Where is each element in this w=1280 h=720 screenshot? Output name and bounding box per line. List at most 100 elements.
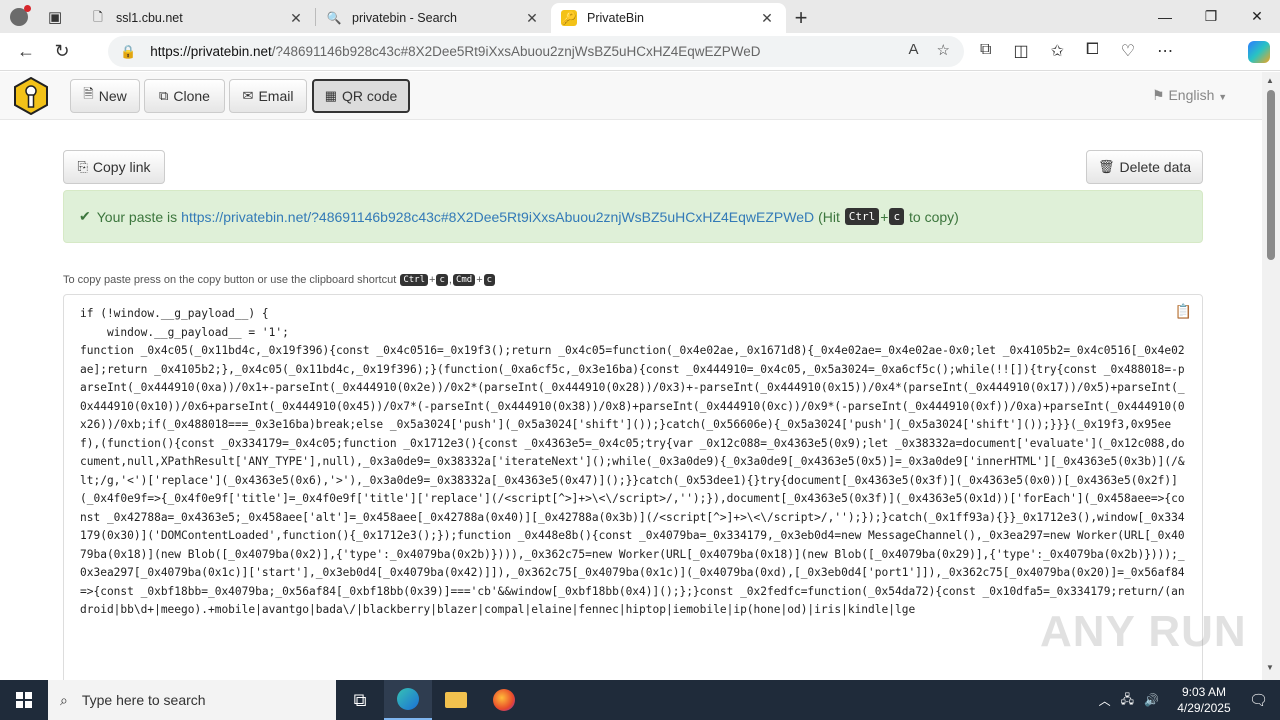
checkmark-icon: ✔ xyxy=(79,208,91,224)
file-icon: 🗎 xyxy=(83,86,94,101)
tab-strip-left: ▣ xyxy=(0,0,80,33)
taskbar-search[interactable]: ⌕ Type here to search xyxy=(48,680,336,720)
duplicate-icon: ⧉ xyxy=(159,88,169,103)
profile-avatar[interactable] xyxy=(10,4,31,26)
paste-text: if (!window.__g_payload__) { window.__g_… xyxy=(80,307,1185,616)
new-tab-button[interactable]: + xyxy=(786,3,816,33)
clock-time: 9:03 AM xyxy=(1181,685,1226,699)
privatebin-navbar: 🗎 New ⧉ Clone ✉ Email ▦ QR code ⚑ English ▼ xyxy=(0,72,1262,120)
copy-icon: ⎘ xyxy=(77,159,88,174)
favorites-icon[interactable]: ✩ xyxy=(1051,41,1064,61)
paste-url-link[interactable]: https://privatebin.net/?48691146b928c43c… xyxy=(181,209,814,225)
refresh-icon[interactable]: ↻ xyxy=(44,36,80,68)
notifications-icon[interactable]: 🗨 xyxy=(1249,691,1268,709)
caret-down-icon: ▼ xyxy=(1218,92,1228,102)
favorite-star-icon[interactable]: ☆ xyxy=(937,41,950,59)
language-label: English xyxy=(1168,87,1215,103)
alert-hit: (Hit xyxy=(818,208,840,225)
hint-c-key: c xyxy=(436,274,448,286)
scroll-up-icon[interactable]: ▲ xyxy=(1266,76,1274,85)
start-button[interactable] xyxy=(0,680,48,720)
split-screen-icon[interactable]: ◫ xyxy=(1013,41,1028,61)
tab-ssl1[interactable]: 🗋 ssl1.cbu.net ✕ xyxy=(80,3,315,33)
hint-text: To copy paste press on the copy button o… xyxy=(63,274,397,286)
minimize-icon[interactable]: — xyxy=(1142,0,1188,33)
network-icon[interactable]: 🖧 xyxy=(1121,690,1134,711)
email-button[interactable]: ✉ Email xyxy=(229,79,307,113)
url-host: https://privatebin.net xyxy=(150,44,272,59)
page-scrollbar[interactable]: ▲ ▼ xyxy=(1262,72,1280,680)
browser-tab-strip: ▣ 🗋 ssl1.cbu.net ✕ 🔍 privatebin - Search… xyxy=(0,0,1280,33)
delete-data-label: Delete data xyxy=(1119,159,1192,175)
page-icon: 🗋 xyxy=(93,9,103,24)
paste-content[interactable]: 📋 if (!window.__g_payload__) { window.__… xyxy=(63,294,1203,680)
envelope-icon: ✉ xyxy=(242,88,254,103)
hint-ctrl-key: Ctrl xyxy=(400,274,429,286)
close-icon[interactable]: ✕ xyxy=(758,10,776,27)
address-bar-row: ← ↻ 🔒 https://privatebin.net/?48691146b9… xyxy=(0,33,1280,71)
search-icon: ⌕ xyxy=(60,691,68,708)
tab-title: privatebin - Search xyxy=(352,11,457,25)
close-icon[interactable]: ✕ xyxy=(287,10,305,27)
qr-label: QR code xyxy=(342,88,398,104)
performance-icon[interactable]: ♡ xyxy=(1121,41,1135,61)
tab-actions-icon[interactable]: ▣ xyxy=(48,8,62,26)
search-icon: 🔍 xyxy=(326,11,342,25)
back-icon[interactable]: ← xyxy=(8,36,44,68)
scroll-down-icon[interactable]: ▼ xyxy=(1266,663,1274,672)
volume-icon[interactable]: 🔊 xyxy=(1144,693,1159,707)
copy-hint: To copy paste press on the copy button o… xyxy=(63,274,496,286)
qr-code-button[interactable]: ▦ QR code xyxy=(312,79,410,113)
firefox-taskbar-icon[interactable] xyxy=(480,680,528,720)
new-label: New xyxy=(98,88,127,104)
browser-toolbar-icons: ⧉ ◫ ✩ ⧠ ♡ ⋯ xyxy=(980,41,1173,61)
email-label: Email xyxy=(258,88,294,104)
ctrl-key: Ctrl xyxy=(844,208,880,225)
chevron-up-icon[interactable]: ︿ xyxy=(1099,692,1111,709)
tab-privatebin-search[interactable]: 🔍 privatebin - Search ✕ xyxy=(316,3,551,33)
alert-prefix: Your paste is xyxy=(96,208,178,225)
copy-link-label: Copy link xyxy=(92,159,151,175)
privatebin-logo[interactable] xyxy=(13,77,49,115)
alert-suffix: to copy) xyxy=(909,208,959,225)
window-controls: — ❐ ✕ xyxy=(1142,0,1280,33)
copilot-icon[interactable] xyxy=(1248,41,1270,63)
windows-taskbar: ⌕ Type here to search ⧉ ︿ 🖧 🔊 9:03 AM 4/… xyxy=(0,680,1280,720)
system-tray: ︿ 🖧 🔊 9:03 AM 4/29/2025 🗨 xyxy=(1099,680,1280,720)
clock-date: 4/29/2025 xyxy=(1177,701,1231,715)
clone-label: Clone xyxy=(173,88,210,104)
paste-success-alert: ✔ Your paste is https://privatebin.net/?… xyxy=(63,190,1203,243)
file-explorer-icon[interactable] xyxy=(432,680,480,720)
tab-privatebin[interactable]: 🔑 PrivateBin ✕ xyxy=(551,3,786,33)
task-view-icon[interactable]: ⧉ xyxy=(336,680,384,720)
scroll-thumb[interactable] xyxy=(1267,90,1275,260)
windows-logo-icon xyxy=(16,692,32,708)
edge-taskbar-icon[interactable] xyxy=(384,680,432,720)
clone-button[interactable]: ⧉ Clone xyxy=(144,79,225,113)
close-icon[interactable]: ✕ xyxy=(523,10,541,27)
language-selector[interactable]: ⚑ English ▼ xyxy=(1152,87,1227,104)
delete-data-button[interactable]: 🗑 Delete data xyxy=(1086,150,1203,184)
url-path: /?48691146b928c43c#8X2Dee5Rt9iXxsAbuou2z… xyxy=(271,44,761,59)
omnibox-icons: A ☆ xyxy=(909,41,950,59)
hint-c-key-2: c xyxy=(483,274,496,286)
flag-icon: ⚑ xyxy=(1152,87,1165,103)
address-input[interactable]: 🔒 https://privatebin.net/?48691146b928c4… xyxy=(108,36,964,67)
more-menu-icon[interactable]: ⋯ xyxy=(1157,41,1173,61)
clipboard-copy-icon[interactable]: 📋 xyxy=(1175,303,1192,320)
tab-title: ssl1.cbu.net xyxy=(116,11,183,25)
copy-link-button[interactable]: ⎘ Copy link xyxy=(63,150,165,184)
close-window-icon[interactable]: ✕ xyxy=(1234,0,1280,33)
c-key: c xyxy=(889,208,905,225)
lock-icon[interactable]: 🔒 xyxy=(120,44,136,60)
read-aloud-icon[interactable]: A xyxy=(909,41,919,59)
privatebin-icon: 🔑 xyxy=(561,10,577,26)
extensions-icon[interactable]: ⧉ xyxy=(980,41,991,61)
taskbar-clock[interactable]: 9:03 AM 4/29/2025 xyxy=(1169,684,1239,716)
qrcode-icon: ▦ xyxy=(324,88,338,103)
alert-plus: + xyxy=(880,208,889,225)
new-button[interactable]: 🗎 New xyxy=(70,79,140,113)
collections-icon[interactable]: ⧠ xyxy=(1086,41,1099,61)
restore-icon[interactable]: ❐ xyxy=(1188,0,1234,33)
page-viewport: 🗎 New ⧉ Clone ✉ Email ▦ QR code ⚑ English ▼ … xyxy=(0,72,1262,680)
